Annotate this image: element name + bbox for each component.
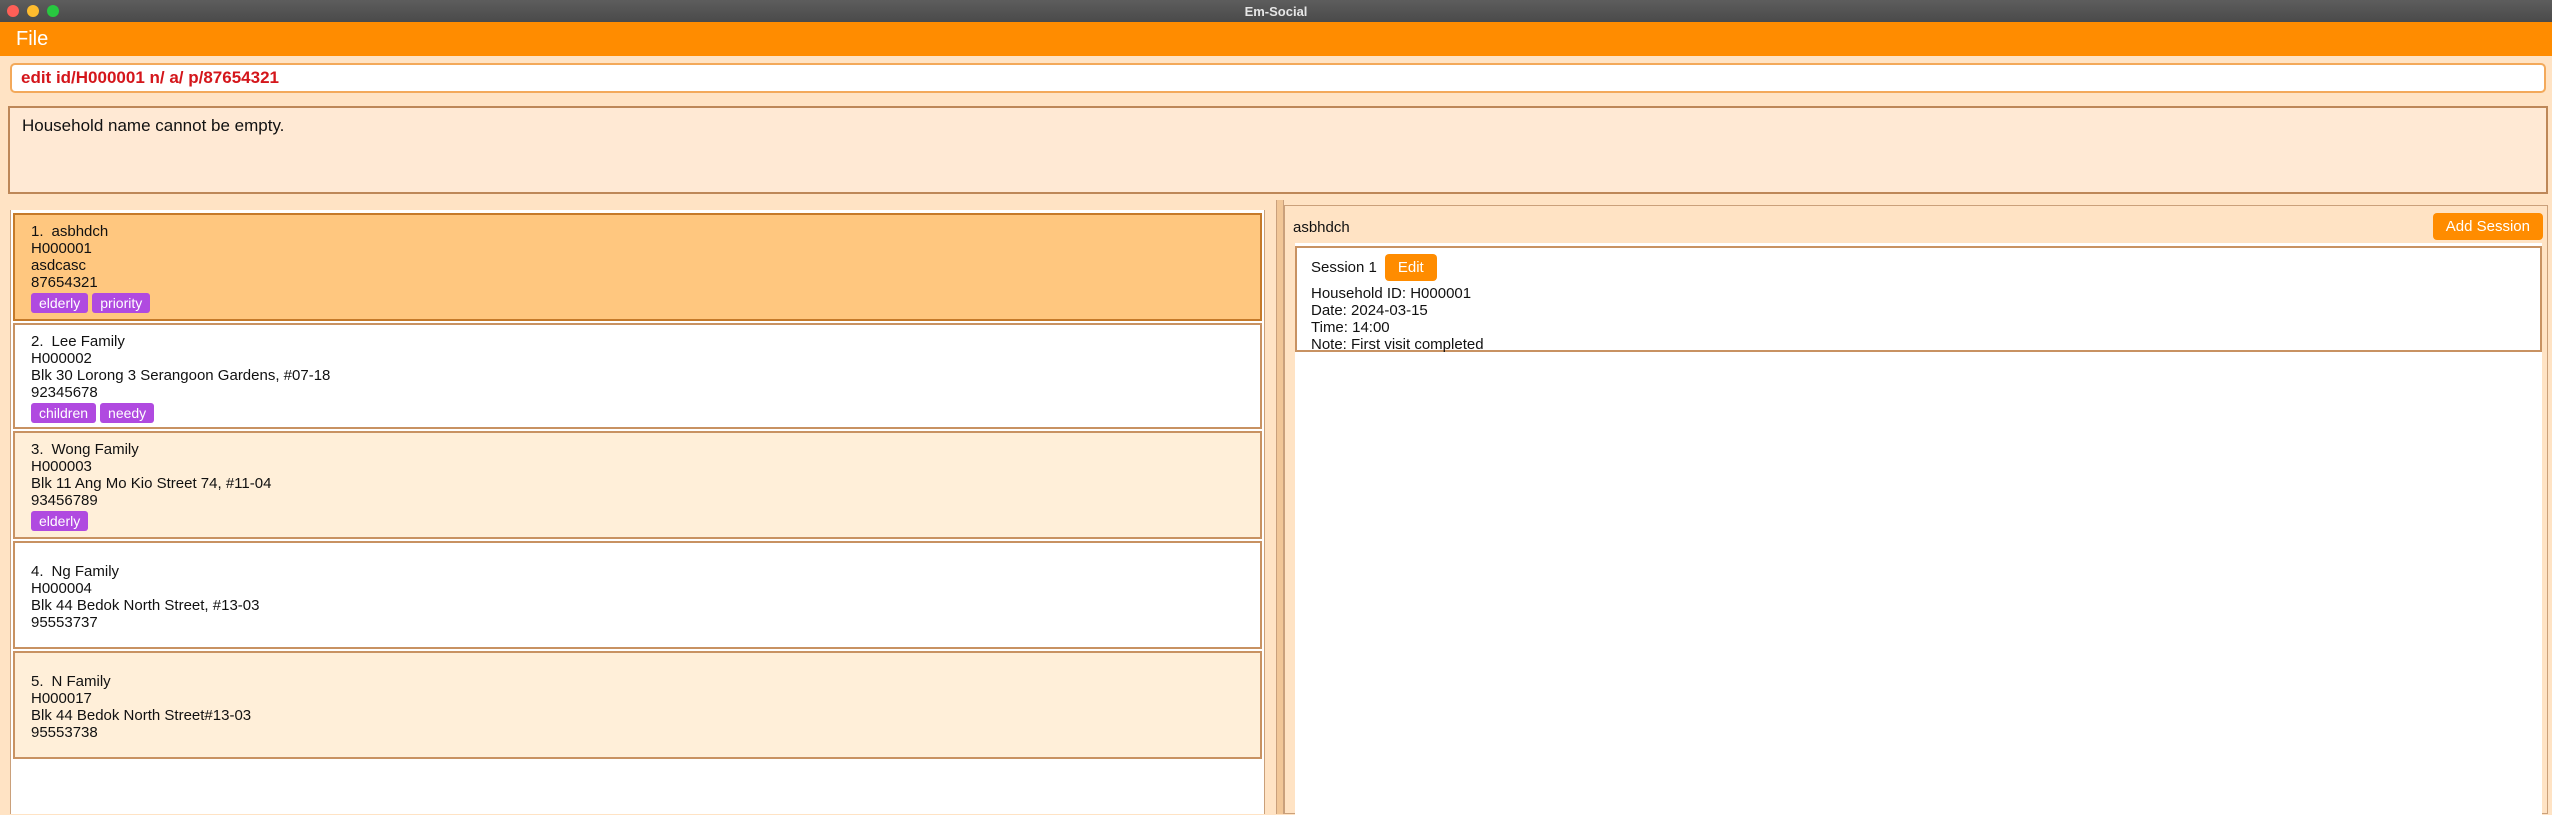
session-note: Note: First visit completed xyxy=(1311,336,1484,353)
household-address: Blk 44 Bedok North Street#13-03 xyxy=(31,707,252,724)
session-date: Date: 2024-03-15 xyxy=(1311,302,1428,319)
result-display: Household name cannot be empty. xyxy=(8,106,2548,194)
split-pane-divider[interactable] xyxy=(1276,200,1284,814)
edit-session-button[interactable]: Edit xyxy=(1384,254,1437,281)
household-name: Wong Family xyxy=(51,441,139,458)
household-address: Blk 11 Ang Mo Kio Street 74, #11-04 xyxy=(31,475,272,492)
menu-file[interactable]: File xyxy=(16,28,48,51)
household-name: asbhdch xyxy=(51,223,109,240)
household-card-4[interactable]: 4. Ng Family H000004 Blk 44 Bedok North S… xyxy=(13,541,1262,649)
close-window-button[interactable] xyxy=(7,5,19,17)
household-id: H000001 xyxy=(31,240,92,257)
tag-badge: priority xyxy=(92,293,151,313)
household-id: H000002 xyxy=(31,350,92,367)
maximize-window-button[interactable] xyxy=(47,5,59,17)
household-list-panel: 1. asbhdch H000001 asdcasc 87654321 elder… xyxy=(0,200,1275,814)
session-panel: asbhdch Add Session Session 1 Edit House… xyxy=(1284,205,2548,815)
session-list[interactable]: Session 1 Edit Household ID: H000001 Dat… xyxy=(1295,243,2542,815)
command-text: edit id/H000001 n/ a/ p/87654321 xyxy=(21,68,279,87)
household-name: Ng Family xyxy=(51,563,120,580)
result-message: Household name cannot be empty. xyxy=(22,116,285,135)
household-card-3[interactable]: 3. Wong Family H000003 Blk 11 Ang Mo Kio … xyxy=(13,431,1262,539)
household-phone: 95553737 xyxy=(31,614,98,631)
add-session-button[interactable]: Add Session xyxy=(2432,213,2543,240)
window-title: Em-Social xyxy=(1244,3,1308,19)
household-id: H000017 xyxy=(31,690,92,707)
household-address: Blk 30 Lorong 3 Serangoon Gardens, #07-1… xyxy=(31,367,331,384)
menu-bar: File xyxy=(0,22,2552,56)
selected-household-name: asbhdch xyxy=(1293,219,1350,236)
household-phone: 93456789 xyxy=(31,492,98,509)
command-area: edit id/H000001 n/ a/ p/87654321 xyxy=(0,56,2552,102)
tag-badge: elderly xyxy=(31,293,89,313)
tag-badge: elderly xyxy=(31,511,89,531)
household-phone: 87654321 xyxy=(31,274,98,291)
tag-badge: needy xyxy=(100,403,155,423)
household-index: 1. xyxy=(31,223,44,240)
household-name: N Family xyxy=(51,673,111,690)
household-card-2[interactable]: 2. Lee Family H000002 Blk 30 Lorong 3 Ser… xyxy=(13,323,1262,429)
household-index: 5. xyxy=(31,673,44,690)
household-index: 2. xyxy=(31,333,44,350)
tag-badge: children xyxy=(31,403,97,423)
session-time: Time: 14:00 xyxy=(1311,319,1390,336)
household-card-5[interactable]: 5. N Family H000017 Blk 44 Bedok North St… xyxy=(13,651,1262,759)
household-address: asdcasc xyxy=(31,257,87,274)
household-id: H000004 xyxy=(31,580,92,597)
household-phone: 95553738 xyxy=(31,724,98,741)
household-index: 4. xyxy=(31,563,44,580)
session-card[interactable]: Session 1 Edit Household ID: H000001 Dat… xyxy=(1295,246,2542,353)
household-list[interactable]: 1. asbhdch H000001 asdcasc 87654321 elder… xyxy=(10,210,1265,814)
household-card-1[interactable]: 1. asbhdch H000001 asdcasc 87654321 elder… xyxy=(13,213,1262,321)
session-household-id: Household ID: H000001 xyxy=(1311,285,1472,302)
minimize-window-button[interactable] xyxy=(27,5,39,17)
window-controls xyxy=(7,5,59,17)
household-id: H000003 xyxy=(31,458,92,475)
window-titlebar: Em-Social xyxy=(0,0,2552,22)
session-title: Session 1 xyxy=(1311,259,1377,276)
household-index: 3. xyxy=(31,441,44,458)
command-input[interactable]: edit id/H000001 n/ a/ p/87654321 xyxy=(10,63,2546,93)
household-name: Lee Family xyxy=(51,333,125,350)
household-address: Blk 44 Bedok North Street, #13-03 xyxy=(31,597,260,614)
household-phone: 92345678 xyxy=(31,384,98,401)
